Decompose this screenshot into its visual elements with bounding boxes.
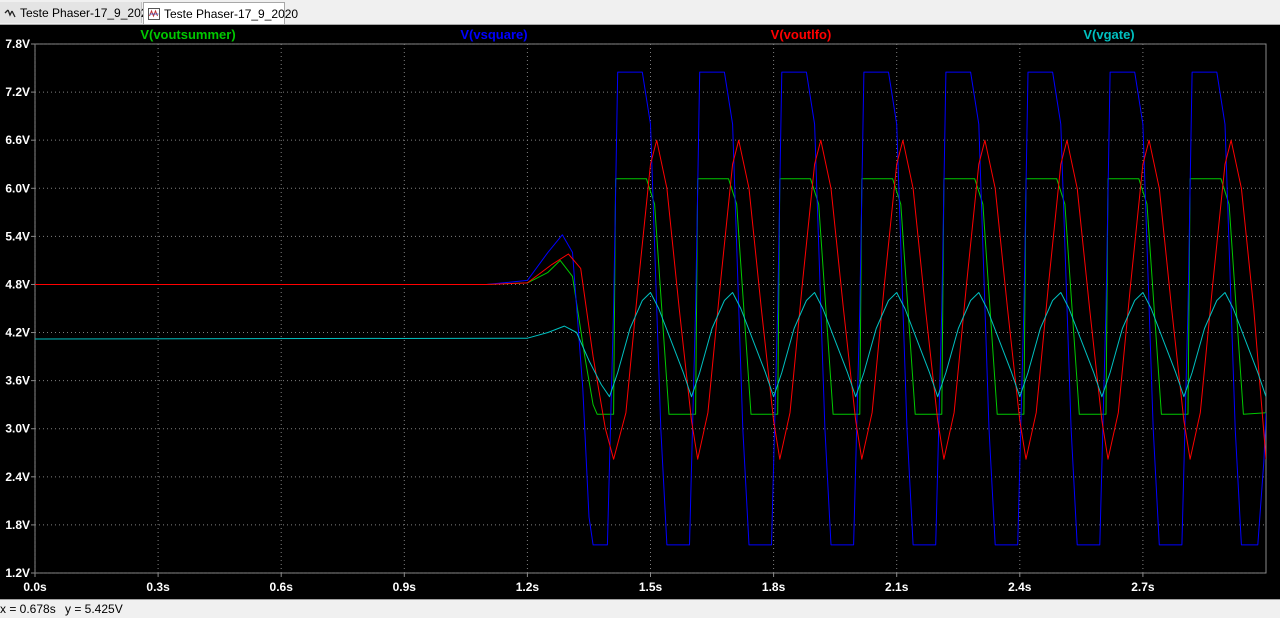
x-tick-label: 2.4s [1008, 580, 1032, 594]
y-tick-label: 3.6V [5, 374, 30, 388]
schematic-icon [4, 7, 16, 19]
y-tick-label: 4.2V [5, 326, 30, 340]
x-tick-label: 0.3s [146, 580, 170, 594]
x-tick-label: 1.2s [516, 580, 540, 594]
waveform-plot-pane[interactable]: 1.2V 1.8V 2.4V 3.0V 3.6V 4.2V 4.8V 5.4V 6.0V 6.6V… [0, 25, 1280, 598]
y-tick-label: 1.8V [5, 518, 30, 532]
x-tick-label: 0.6s [270, 580, 294, 594]
x-tick-label: 1.8s [762, 580, 786, 594]
trace-label[interactable]: V(voutsummer) [140, 27, 235, 42]
y-tick-label: 5.4V [5, 229, 30, 243]
tab-label: Teste Phaser-17_9_2020 [164, 6, 299, 21]
x-tick-label: 1.5s [639, 580, 663, 594]
trace-legend: V(voutsummer) V(vsquare) V(voutlfo) V(vgate… [140, 27, 1134, 42]
cursor-x-readout: x = 0.678s [0, 602, 56, 616]
waveform-chart[interactable]: 1.2V 1.8V 2.4V 3.0V 3.6V 4.2V 4.8V 5.4V 6.0V 6.6V… [0, 25, 1280, 598]
y-tick-label: 1.2V [5, 566, 30, 580]
trace-label[interactable]: V(vsquare) [460, 27, 527, 42]
tab-schematic[interactable]: Teste Phaser-17_9_2020 [0, 2, 154, 23]
x-tick-label: 0.0s [23, 580, 47, 594]
trace-label[interactable]: V(voutlfo) [771, 27, 832, 42]
y-tick-label: 2.4V [5, 470, 30, 484]
y-tick-label: 7.2V [5, 85, 30, 99]
tab-bar: Teste Phaser-17_9_2020 Teste Phaser-17_9… [0, 0, 1280, 25]
y-axis-ticks: 1.2V 1.8V 2.4V 3.0V 3.6V 4.2V 4.8V 5.4V 6.0V 6.6V… [5, 37, 35, 580]
tab-label: Teste Phaser-17_9_2020 [20, 5, 155, 20]
waveform-icon [148, 7, 160, 20]
y-tick-label: 6.6V [5, 133, 30, 147]
trace-label[interactable]: V(vgate) [1083, 27, 1134, 42]
x-tick-label: 2.7s [1131, 580, 1155, 594]
y-tick-label: 4.8V [5, 277, 30, 291]
y-tick-label: 7.8V [5, 37, 30, 51]
status-bar: x = 0.678s y = 5.425V [0, 599, 1280, 618]
cursor-y-readout: y = 5.425V [65, 602, 123, 616]
tab-waveform[interactable]: Teste Phaser-17_9_2020 [143, 2, 298, 24]
y-tick-label: 6.0V [5, 181, 30, 195]
y-tick-label: 3.0V [5, 422, 30, 436]
x-axis-ticks: 0.0s 0.3s 0.6s 0.9s 1.2s 1.5s 1.8s 2.1s 2.4s 2.7s [23, 573, 1155, 594]
x-tick-label: 0.9s [393, 580, 417, 594]
x-tick-label: 2.1s [885, 580, 909, 594]
